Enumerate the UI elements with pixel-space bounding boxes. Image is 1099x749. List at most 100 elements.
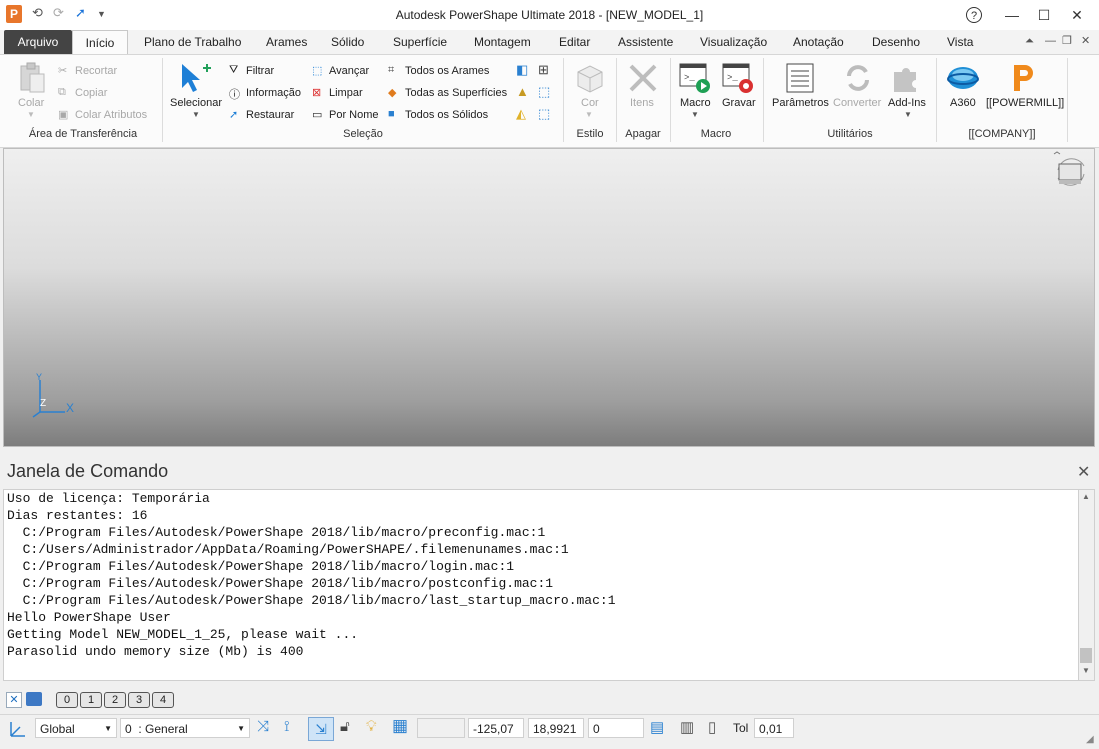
command-scrollbar[interactable]: ▲ ▼	[1078, 489, 1095, 681]
select-cone-icon[interactable]: ◭	[516, 106, 526, 122]
scroll-down-icon[interactable]: ▼	[1082, 666, 1090, 675]
restore-button[interactable]: ➚ Restaurar	[229, 108, 294, 122]
tab-plano-de-trabalho[interactable]: Plano de Trabalho	[136, 30, 249, 54]
doc-restore-icon[interactable]: ❐	[1062, 34, 1072, 47]
macro-button[interactable]: Macro	[680, 97, 711, 109]
minimize-icon[interactable]: —	[995, 0, 1029, 30]
level-select[interactable]: 0 : General ▼	[120, 718, 250, 738]
a360-button[interactable]: A360	[950, 97, 976, 109]
command-output[interactable]: Uso de licença: Temporária Dias restante…	[3, 489, 1079, 681]
snap-icon[interactable]: ⤨	[257, 718, 269, 735]
all-wires-button[interactable]: ⌗ Todos os Arames	[388, 64, 489, 78]
information-button[interactable]: ⓘ Informação	[229, 86, 301, 101]
workplane-select[interactable]: Global ▼	[35, 718, 117, 738]
tab-editar[interactable]: Editar	[551, 30, 598, 54]
tab-desenho[interactable]: Desenho	[864, 30, 928, 54]
command-line: C:/Program Files/Autodesk/PowerShape 201…	[7, 593, 616, 608]
select-box-icon[interactable]: ⬚	[538, 84, 550, 100]
tab-inicio[interactable]: Início	[72, 30, 128, 55]
delete-items-button[interactable]: Itens	[630, 97, 654, 109]
all-solids-button[interactable]: ■ Todos os Sólidos	[388, 108, 488, 122]
select-grid-icon[interactable]: ⊞	[538, 62, 549, 78]
group-label-style: Estilo	[576, 128, 604, 140]
all-surfaces-button[interactable]: ◆ Todas as Superfícies	[388, 86, 507, 100]
level-close-icon[interactable]: ✕	[6, 692, 22, 708]
tab-arquivo[interactable]: Arquivo	[4, 30, 72, 54]
select-dropdown-icon[interactable]: ▼	[192, 110, 200, 119]
view-cube-icon[interactable]	[1050, 150, 1092, 195]
tolerance-label: Tol	[733, 721, 749, 735]
tab-superficie[interactable]: Superfície	[385, 30, 455, 54]
tab-anotacao[interactable]: Anotação	[785, 30, 852, 54]
filter-button[interactable]: ⛛ Filtrar	[229, 64, 274, 78]
tab-arames[interactable]: Arames	[258, 30, 315, 54]
filter-icon: ⛛	[229, 64, 239, 76]
level-button-4[interactable]: 4	[152, 692, 174, 708]
y-coordinate: 18,9921	[528, 718, 584, 738]
doc-minimize-icon[interactable]: —	[1045, 35, 1056, 47]
macro-dropdown-icon[interactable]: ▼	[691, 110, 699, 119]
tab-visualizacao[interactable]: Visualização	[692, 30, 775, 54]
workplane-axis-icon[interactable]	[8, 719, 28, 739]
level-toggle-icon[interactable]	[26, 692, 42, 706]
level-value: 0 : General	[125, 722, 188, 736]
close-window-icon[interactable]: ✕	[1060, 0, 1094, 30]
lock-icon[interactable]: 🔓︎	[340, 718, 350, 735]
color-dropdown-icon[interactable]: ▼	[585, 110, 593, 119]
macro-play-icon: >_	[679, 62, 711, 97]
level-button-2[interactable]: 2	[104, 692, 126, 708]
paste-attributes-button[interactable]: ▣ Colar Atributos	[58, 108, 147, 122]
scroll-up-icon[interactable]: ▲	[1082, 492, 1090, 501]
scrollbar-thumb[interactable]	[1080, 648, 1092, 663]
maximize-icon[interactable]: ☐	[1027, 0, 1061, 30]
powermill-button[interactable]: [[POWERMILL]]	[986, 97, 1064, 109]
level-button-1[interactable]: 1	[80, 692, 102, 708]
select-lock-icon[interactable]: ▲	[516, 84, 529, 99]
color-button[interactable]: Cor	[581, 97, 599, 109]
calculator-icon[interactable]: ▥	[680, 718, 694, 736]
addins-dropdown-icon[interactable]: ▼	[904, 110, 912, 119]
addins-button[interactable]: Add-Ins	[888, 97, 926, 109]
command-window-close-icon[interactable]: ✕	[1077, 462, 1090, 482]
paste-button[interactable]: Colar	[18, 97, 44, 109]
workplane-snap-icon[interactable]: ⟟	[284, 718, 290, 735]
paste-attributes-icon: ▣	[58, 109, 69, 121]
select-dashed-box-icon[interactable]: ⬚	[538, 106, 550, 122]
group-separator	[763, 58, 764, 142]
record-button[interactable]: Gravar	[722, 97, 756, 109]
grid-icon[interactable]: ▦	[392, 716, 408, 736]
tab-vista[interactable]: Vista	[939, 30, 981, 54]
parameters-button[interactable]: Parâmetros	[772, 97, 829, 109]
select-solid-icon[interactable]: ◧	[516, 62, 528, 78]
by-name-button[interactable]: ▭ Por Nome	[312, 108, 379, 122]
cut-button[interactable]: ✂ Recortar	[58, 64, 117, 78]
select-button[interactable]: Selecionar	[170, 97, 222, 109]
tab-assistente[interactable]: Assistente	[610, 30, 681, 54]
level-button-0[interactable]: 0	[56, 692, 78, 708]
graphics-viewport[interactable]	[3, 148, 1095, 447]
copy-button[interactable]: ⧉ Copiar	[58, 86, 107, 100]
advance-button[interactable]: ⬚ Avançar	[312, 64, 369, 78]
addins-puzzle-icon	[890, 62, 922, 97]
clear-label: Limpar	[329, 86, 363, 99]
resize-grip-icon[interactable]: ◢	[1086, 734, 1094, 745]
smart-cursor-icon[interactable]: ⇲	[308, 717, 334, 741]
tab-montagem[interactable]: Montagem	[466, 30, 539, 54]
paste-dropdown-icon[interactable]: ▼	[27, 110, 35, 119]
clear-button[interactable]: ⊠ Limpar	[312, 86, 363, 100]
command-line: C:/Users/Administrador/AppData/Roaming/P…	[7, 542, 569, 557]
restore-arrow-icon: ➚	[229, 109, 239, 121]
lightbulb-icon[interactable]: 💡︎	[366, 718, 377, 735]
ribbon-collapse-icon[interactable]: ⏶	[1025, 35, 1034, 48]
z-coordinate: 0	[588, 718, 644, 738]
coordinate-table-icon[interactable]: ▤	[650, 718, 664, 736]
tolerance-input[interactable]: 0,01	[754, 718, 794, 738]
x-coordinate: -125,07	[468, 718, 524, 738]
tab-solido[interactable]: Sólido	[323, 30, 372, 54]
by-name-icon: ▭	[312, 109, 323, 121]
level-button-3[interactable]: 3	[128, 692, 150, 708]
convert-button[interactable]: Converter	[833, 97, 881, 109]
doc-close-icon[interactable]: ✕	[1081, 34, 1090, 47]
help-icon[interactable]: ?	[957, 0, 991, 30]
ruler-icon[interactable]: ▯	[708, 718, 716, 736]
